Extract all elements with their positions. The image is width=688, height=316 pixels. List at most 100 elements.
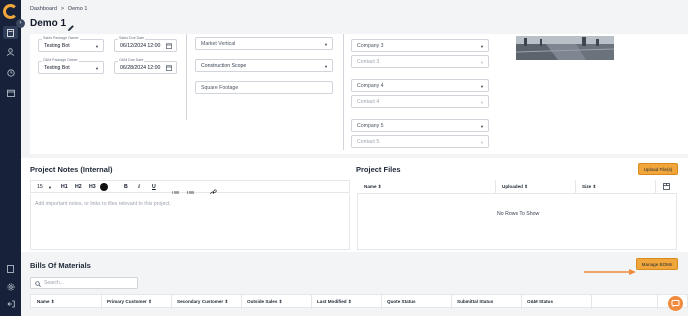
square-footage-input[interactable]: Square Footage bbox=[195, 81, 333, 94]
column-separator bbox=[101, 295, 102, 309]
calendar-icon[interactable] bbox=[166, 43, 172, 50]
column-header-label: Quote Status bbox=[387, 299, 416, 304]
column-separator bbox=[521, 295, 522, 309]
column-header-secondary-customer[interactable]: Secondary Customer ⇕ bbox=[177, 299, 228, 305]
bold-button[interactable]: B bbox=[124, 184, 128, 190]
documents-icon[interactable] bbox=[5, 263, 16, 274]
chevron-down-icon: ▼ bbox=[95, 66, 99, 71]
project-notes-title: Project Notes (Internal) bbox=[30, 165, 113, 174]
sales-due-date-field[interactable]: Sales Due Date 06/12/2024 12:00 bbox=[114, 36, 177, 52]
column-header-om-status[interactable]: O&M Status bbox=[527, 299, 553, 304]
breadcrumb-dashboard[interactable]: Dashboard bbox=[30, 6, 57, 12]
italic-button[interactable]: I bbox=[138, 184, 140, 190]
sales-owner-value: Testing Bot bbox=[44, 42, 70, 49]
breadcrumb: Dashboard > Demo 1 bbox=[30, 6, 91, 12]
market-vertical-select[interactable]: Market Vertical ▼ bbox=[195, 37, 333, 50]
divider bbox=[343, 34, 344, 150]
column-header-quote-status[interactable]: Quote Status bbox=[387, 299, 416, 304]
breadcrumb-separator: > bbox=[60, 6, 65, 12]
construction-scope-select[interactable]: Construction Scope ▼ bbox=[195, 59, 333, 72]
contact3-select[interactable]: Contact 3 ▼ bbox=[351, 55, 489, 68]
project-icon[interactable] bbox=[3, 26, 18, 39]
column-header-name[interactable]: Name ⇕ bbox=[37, 299, 55, 305]
column-separator bbox=[381, 295, 382, 309]
divider bbox=[186, 34, 187, 120]
search-placeholder: Search... bbox=[44, 280, 65, 286]
company5-select[interactable]: Company 5 ▼ bbox=[351, 119, 489, 132]
company5-label: Company 5 bbox=[357, 122, 384, 129]
columns-menu-icon[interactable] bbox=[663, 183, 670, 191]
project-details-panel: Sales Package Owner Testing Bot ▼ Sales … bbox=[30, 34, 688, 154]
sidebar-toggle-button[interactable]: › bbox=[16, 19, 25, 28]
column-header-label: Submittal Status bbox=[457, 299, 494, 304]
search-icon bbox=[35, 281, 41, 287]
contact4-label: Contact 4 bbox=[357, 98, 380, 105]
market-vertical-label: Market Vertical bbox=[201, 40, 236, 47]
column-header-primary-customer[interactable]: Primary Customer ⇕ bbox=[107, 299, 152, 305]
om-due-value: 06/28/2024 12:00 bbox=[120, 64, 161, 71]
logout-icon[interactable] bbox=[5, 298, 16, 309]
files-table-header: Name ⇕ Uploaded ⇕ Size ⇕ bbox=[357, 180, 677, 194]
files-empty-message: No Rows To Show bbox=[497, 211, 540, 217]
calendar-icon[interactable] bbox=[166, 65, 172, 72]
column-header-name[interactable]: Name ⇕ bbox=[364, 184, 382, 190]
column-separator bbox=[451, 295, 452, 309]
contact4-select[interactable]: Contact 4 ▼ bbox=[351, 95, 489, 108]
column-header-label: Name bbox=[37, 299, 50, 304]
logo-icon[interactable] bbox=[3, 4, 18, 19]
users-icon[interactable] bbox=[5, 46, 16, 57]
om-owner-label: O&M Package Owner bbox=[42, 58, 79, 62]
column-header-last-modified[interactable]: Last Modified ⇕ bbox=[317, 299, 352, 305]
column-header-label: Outside Sales bbox=[247, 299, 278, 304]
manage-boms-button[interactable]: Manage BOMs bbox=[636, 258, 678, 270]
construction-scope-label: Construction Scope bbox=[201, 62, 247, 69]
column-separator bbox=[171, 295, 172, 309]
sales-owner-label: Sales Package Owner bbox=[42, 36, 80, 40]
chat-bubble-icon[interactable] bbox=[668, 296, 683, 311]
contact5-label: Contact 5 bbox=[357, 138, 380, 145]
history-icon[interactable] bbox=[5, 67, 16, 78]
sales-owner-select[interactable]: Sales Package Owner Testing Bot ▼ bbox=[38, 36, 104, 52]
pencil-icon[interactable] bbox=[67, 19, 75, 31]
column-header-size[interactable]: Size ⇕ bbox=[582, 184, 596, 190]
chevron-down-icon: ▼ bbox=[480, 60, 484, 65]
sales-due-value: 06/12/2024 12:00 bbox=[120, 42, 161, 49]
chevron-down-icon[interactable]: ▼ bbox=[48, 185, 52, 190]
column-header-label: Secondary Customer bbox=[177, 299, 224, 304]
boms-table-header: Name ⇕ Primary Customer ⇕ Secondary Cust… bbox=[30, 294, 688, 309]
column-header-label: O&M Status bbox=[527, 299, 554, 304]
column-header-uploaded[interactable]: Uploaded ⇕ bbox=[502, 184, 528, 190]
column-separator bbox=[311, 295, 312, 309]
page-title: Demo 1 bbox=[30, 18, 67, 29]
bom-search-input[interactable]: Search... bbox=[30, 277, 138, 289]
settings-icon[interactable] bbox=[5, 281, 16, 292]
column-separator bbox=[575, 180, 576, 194]
company4-select[interactable]: Company 4 ▼ bbox=[351, 79, 489, 92]
upload-files-button[interactable]: Upload File(s) bbox=[638, 163, 678, 175]
breadcrumb-current: Demo 1 bbox=[68, 6, 88, 12]
column-header-submittal-status[interactable]: Submittal Status bbox=[457, 299, 493, 304]
column-header-outside-sales[interactable]: Outside Sales ⇕ bbox=[247, 299, 283, 305]
font-size-select[interactable]: 15 bbox=[37, 184, 43, 190]
sales-due-label: Sales Due Date bbox=[118, 36, 146, 40]
text-color-icon[interactable] bbox=[100, 183, 108, 191]
om-due-date-field[interactable]: O&M Due Date 06/28/2024 12:00 bbox=[114, 58, 177, 74]
editor-toolbar: 15 ▼ H1 H2 H3 B I U bbox=[30, 180, 350, 197]
chevron-down-icon: ▼ bbox=[480, 84, 484, 89]
company3-label: Company 3 bbox=[357, 42, 384, 49]
underline-button[interactable]: U bbox=[152, 184, 156, 190]
om-owner-select[interactable]: O&M Package Owner Testing Bot ▼ bbox=[38, 58, 104, 74]
company3-select[interactable]: Company 3 ▼ bbox=[351, 39, 489, 52]
contact3-label: Contact 3 bbox=[357, 58, 380, 65]
project-photo bbox=[516, 36, 614, 60]
contact5-select[interactable]: Contact 5 ▼ bbox=[351, 135, 489, 148]
chevron-down-icon: ▼ bbox=[480, 100, 484, 105]
calendar-icon[interactable] bbox=[5, 87, 16, 98]
h3-button[interactable]: H3 bbox=[89, 184, 96, 190]
om-due-label: O&M Due Date bbox=[118, 58, 145, 62]
h2-button[interactable]: H2 bbox=[75, 184, 82, 190]
om-owner-value: Testing Bot bbox=[44, 64, 70, 71]
h1-button[interactable]: H1 bbox=[61, 184, 68, 190]
company4-label: Company 4 bbox=[357, 82, 384, 89]
column-header-label: Last Modified bbox=[317, 299, 347, 304]
